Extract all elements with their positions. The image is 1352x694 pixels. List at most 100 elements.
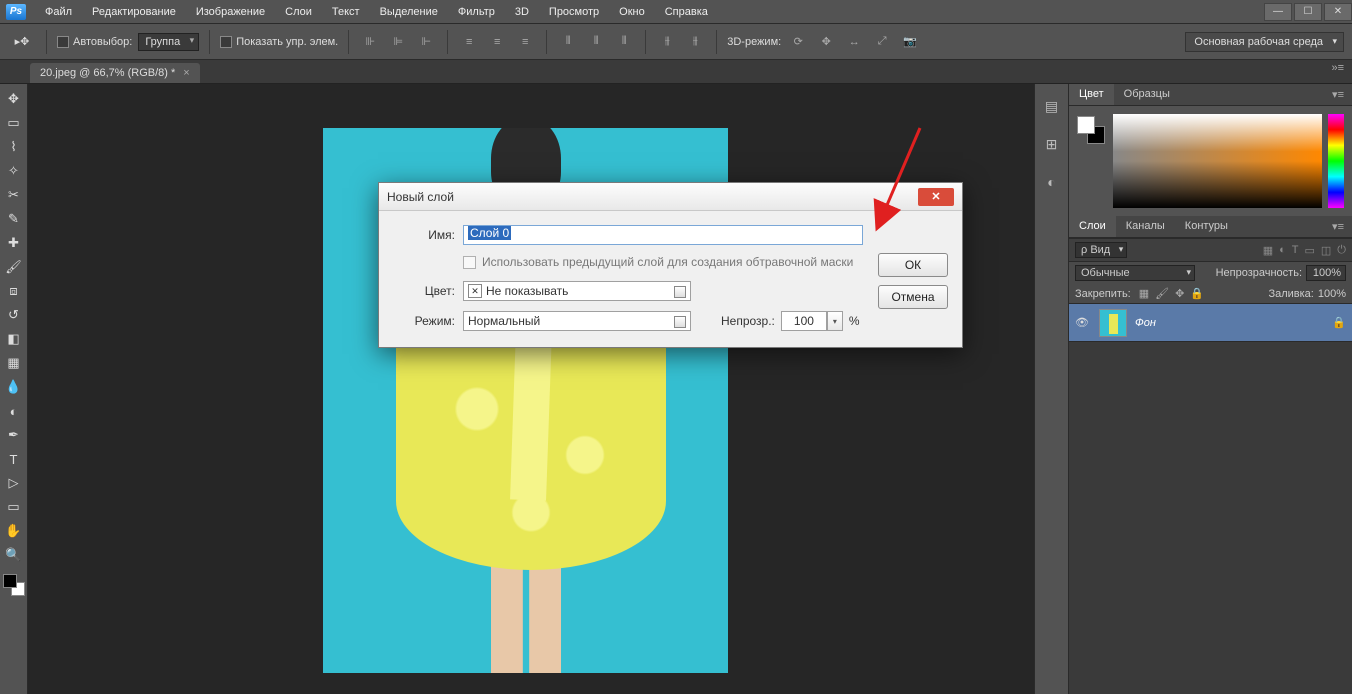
filter-smart-icon[interactable]: ◫ [1321, 244, 1331, 257]
gradient-tool[interactable]: ▦ [2, 352, 26, 374]
menu-layers[interactable]: Слои [276, 2, 321, 22]
menu-image[interactable]: Изображение [187, 2, 274, 22]
filter-shape-icon[interactable]: ▭ [1304, 244, 1314, 257]
lock-position-icon[interactable]: ✥ [1175, 287, 1184, 300]
document-tab[interactable]: 20.jpeg @ 66,7% (RGB/8) * × [30, 63, 200, 83]
maximize-button[interactable]: ☐ [1294, 3, 1322, 21]
mode-dropdown[interactable]: Нормальный [463, 311, 691, 331]
color-field[interactable] [1113, 114, 1322, 208]
magic-wand-tool[interactable]: ✧ [2, 160, 26, 182]
layer-thumbnail[interactable] [1099, 309, 1127, 337]
orbit-3d-icon[interactable]: ⟳ [787, 31, 809, 53]
layer-item[interactable]: 👁 Фон 🔒 [1069, 304, 1352, 342]
swatches-tab[interactable]: Образцы [1114, 84, 1180, 105]
panel-menu-icon[interactable]: ▾≡ [1324, 84, 1352, 105]
channels-tab[interactable]: Каналы [1116, 216, 1175, 237]
paths-tab[interactable]: Контуры [1175, 216, 1238, 237]
stamp-tool[interactable]: ⧈ [2, 280, 26, 302]
opacity-spinner[interactable]: ▾ [827, 311, 843, 331]
hue-slider[interactable] [1328, 114, 1344, 208]
fg-bg-swatch[interactable] [1077, 116, 1105, 144]
distribute-icon[interactable]: ⫴ [613, 31, 635, 53]
filter-pixel-icon[interactable]: ▦ [1263, 244, 1273, 257]
layer-name[interactable]: Фон [1135, 317, 1156, 329]
eraser-tool[interactable]: ◧ [2, 328, 26, 350]
kind-filter-dropdown[interactable]: ρ Вид [1075, 242, 1127, 258]
menu-view[interactable]: Просмотр [540, 2, 608, 22]
color-tab[interactable]: Цвет [1069, 84, 1114, 105]
slide-3d-icon[interactable]: ↔ [843, 31, 865, 53]
autoselect-checkbox[interactable]: Автовыбор: [57, 36, 132, 48]
lock-pixels-icon[interactable]: 🖌 [1155, 287, 1169, 300]
show-controls-checkbox[interactable]: Показать упр. элем. [220, 36, 338, 48]
distribute-icon[interactable]: ⫵ [684, 31, 706, 53]
zoom-tool[interactable]: 🔍 [2, 544, 26, 566]
crop-tool[interactable]: ✂ [2, 184, 26, 206]
marquee-tool[interactable]: ▭ [2, 112, 26, 134]
opacity-input[interactable]: 100 [781, 311, 827, 331]
move-tool[interactable]: ✥ [2, 88, 26, 110]
menu-help[interactable]: Справка [656, 2, 717, 22]
align-icon[interactable]: ≡ [514, 31, 536, 53]
blend-mode-dropdown[interactable]: Обычные [1075, 265, 1195, 281]
menu-edit[interactable]: Редактирование [83, 2, 185, 22]
path-select-tool[interactable]: ▷ [2, 472, 26, 494]
history-panel-icon[interactable]: ▤ [1040, 94, 1064, 118]
type-tool[interactable]: T [2, 448, 26, 470]
color-dropdown[interactable]: ✕ Не показывать [463, 281, 691, 301]
history-brush-tool[interactable]: ↺ [2, 304, 26, 326]
dodge-tool[interactable]: ◐ [2, 400, 26, 422]
ok-button[interactable]: ОК [878, 253, 948, 277]
menu-3d[interactable]: 3D [506, 2, 538, 22]
align-icon[interactable]: ≡ [458, 31, 480, 53]
layers-tab[interactable]: Слои [1069, 216, 1116, 237]
close-window-button[interactable]: ✕ [1324, 3, 1352, 21]
filter-type-icon[interactable]: T [1292, 244, 1299, 257]
lock-all-icon[interactable]: 🔒 [1190, 287, 1204, 300]
adjustments-panel-icon[interactable]: ◐ [1040, 170, 1064, 194]
fill-value[interactable]: 100% [1318, 288, 1346, 300]
cancel-button[interactable]: Отмена [878, 285, 948, 309]
eyedropper-tool[interactable]: ✎ [2, 208, 26, 230]
menu-text[interactable]: Текст [323, 2, 369, 22]
distribute-icon[interactable]: ⫵ [656, 31, 678, 53]
menu-window[interactable]: Окно [610, 2, 654, 22]
heal-tool[interactable]: ✚ [2, 232, 26, 254]
distribute-icon[interactable]: ⫴ [585, 31, 607, 53]
hand-tool[interactable]: ✋ [2, 520, 26, 542]
rectangle-tool[interactable]: ▭ [2, 496, 26, 518]
minimize-button[interactable]: — [1264, 3, 1292, 21]
dialog-titlebar[interactable]: Новый слой ✕ [379, 183, 962, 211]
lock-transparent-icon[interactable]: ▦ [1139, 287, 1149, 300]
fg-bg-swatch[interactable] [3, 574, 25, 596]
align-icon[interactable]: ⊫ [387, 31, 409, 53]
filter-toggle-icon[interactable]: ⏻ [1337, 244, 1346, 257]
document-tabs: 20.jpeg @ 66,7% (RGB/8) * × [0, 60, 1352, 84]
panel-menu-icon[interactable]: ▾≡ [1324, 216, 1352, 237]
scale-3d-icon[interactable]: ⤢ [871, 31, 893, 53]
brush-tool[interactable]: 🖌 [2, 256, 26, 278]
filter-adjust-icon[interactable]: ◐ [1279, 244, 1286, 257]
menu-select[interactable]: Выделение [371, 2, 447, 22]
align-icon[interactable]: ⊩ [415, 31, 437, 53]
opacity-value[interactable]: 100% [1306, 265, 1346, 281]
align-icon[interactable]: ⊪ [359, 31, 381, 53]
tab-overflow-icon[interactable]: »≡ [1331, 62, 1344, 74]
lasso-tool[interactable]: ⌇ [2, 136, 26, 158]
name-input[interactable]: Слой 0 [463, 225, 863, 245]
menu-file[interactable]: Файл [36, 2, 81, 22]
workspace-dropdown[interactable]: Основная рабочая среда [1185, 32, 1344, 52]
autoselect-dropdown[interactable]: Группа [138, 33, 199, 51]
pen-tool[interactable]: ✒ [2, 424, 26, 446]
camera-3d-icon[interactable]: 📷 [899, 31, 921, 53]
align-icon[interactable]: ≡ [486, 31, 508, 53]
blur-tool[interactable]: 💧 [2, 376, 26, 398]
menu-filter[interactable]: Фильтр [449, 2, 504, 22]
distribute-icon[interactable]: ⫴ [557, 31, 579, 53]
visibility-icon[interactable]: 👁 [1075, 316, 1091, 329]
canvas-area[interactable] [28, 84, 1034, 694]
close-tab-icon[interactable]: × [183, 67, 189, 79]
properties-panel-icon[interactable]: ⊞ [1040, 132, 1064, 156]
dialog-close-button[interactable]: ✕ [918, 188, 954, 206]
pan-3d-icon[interactable]: ✥ [815, 31, 837, 53]
